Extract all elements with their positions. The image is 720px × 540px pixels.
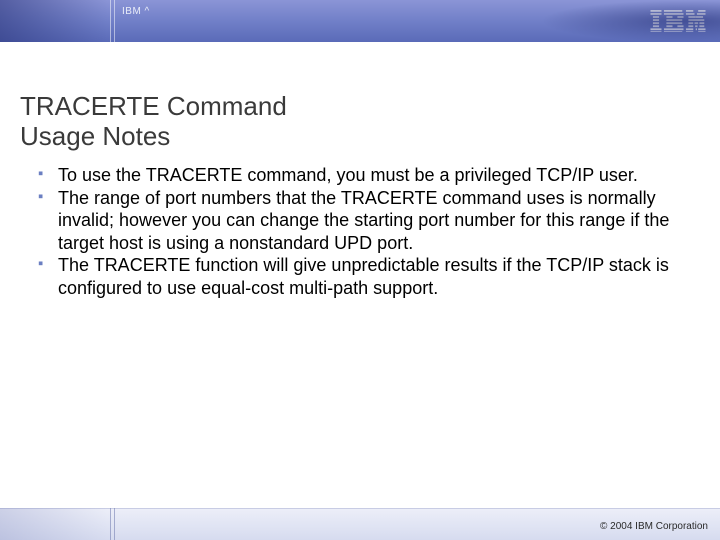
footer-banner: © 2004 IBM Corporation: [0, 508, 720, 540]
footer-divider: [110, 508, 111, 540]
ibm-logo: [650, 10, 706, 32]
bullet-text: The TRACERTE function will give unpredic…: [58, 255, 669, 298]
header-divider: [110, 0, 111, 42]
header-divider: [114, 0, 115, 42]
list-item: The TRACERTE function will give unpredic…: [38, 254, 688, 299]
header-product-label: IBM ^: [122, 6, 150, 17]
bullet-text: The range of port numbers that the TRACE…: [58, 188, 669, 253]
list-item: The range of port numbers that the TRACE…: [38, 187, 688, 255]
slide: IBM ^ TRACER: [0, 0, 720, 540]
header-banner: IBM ^: [0, 0, 720, 42]
slide-body: To use the TRACERTE command, you must be…: [38, 164, 688, 299]
bullet-list: To use the TRACERTE command, you must be…: [38, 164, 688, 299]
list-item: To use the TRACERTE command, you must be…: [38, 164, 688, 187]
bullet-text: To use the TRACERTE command, you must be…: [58, 165, 638, 185]
slide-title: TRACERTE Command Usage Notes: [20, 92, 287, 152]
title-line-1: TRACERTE Command: [20, 91, 287, 121]
footer-divider: [114, 508, 115, 540]
copyright-text: © 2004 IBM Corporation: [600, 521, 708, 532]
title-line-2: Usage Notes: [20, 121, 170, 151]
